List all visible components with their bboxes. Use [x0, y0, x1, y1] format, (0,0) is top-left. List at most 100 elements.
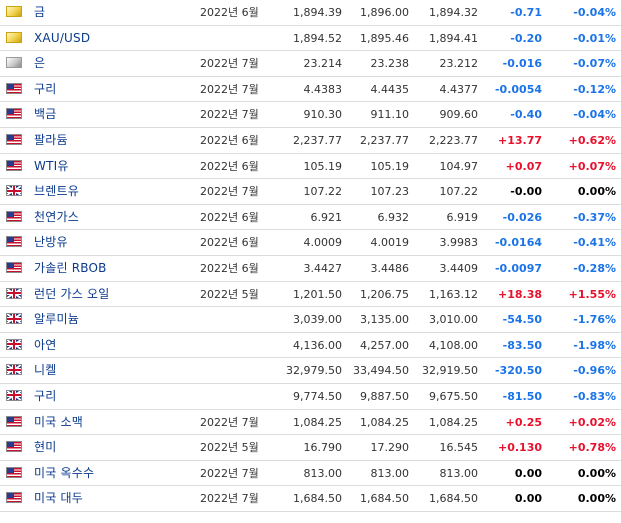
uk-flag-icon — [6, 338, 22, 350]
price-change: -0.20 — [510, 31, 542, 45]
table-row[interactable]: 백금 2022년 7월 910.30 911.10 909.60 -0.40 -0.04% — [0, 102, 621, 128]
commodity-name-link[interactable]: 구리 — [34, 384, 56, 409]
contract-month: 2022년 6월 — [200, 133, 259, 147]
low-price: 1,084.25 — [429, 415, 478, 429]
high-price: 4,257.00 — [360, 338, 409, 352]
last-price: 1,894.52 — [293, 31, 342, 45]
commodity-name-link[interactable]: XAU/USD — [34, 26, 90, 51]
high-price: 17.290 — [370, 441, 410, 455]
low-price: 9,675.50 — [429, 389, 478, 403]
commodity-name-link[interactable]: 금 — [34, 0, 45, 25]
high-price: 33,494.50 — [353, 364, 409, 378]
contract-month: 2022년 7월 — [200, 466, 259, 480]
commodity-name-link[interactable]: 팔라듐 — [34, 128, 68, 153]
table-row[interactable]: 브렌트유 2022년 7월 107.22 107.23 107.22 -0.00 0.00% — [0, 179, 621, 205]
commodity-name-link[interactable]: 런던 가스 오일 — [34, 282, 109, 307]
high-price: 6.932 — [377, 210, 410, 224]
percent-change: -0.07% — [573, 57, 616, 71]
table-row[interactable]: 런던 가스 오일 2022년 5월 1,201.50 1,206.75 1,163.12… — [0, 282, 621, 308]
last-price: 2,237.77 — [293, 133, 342, 147]
commodity-name-link[interactable]: 난방유 — [34, 230, 68, 255]
commodity-name-link[interactable]: 현미 — [34, 435, 56, 460]
commodity-name-link[interactable]: 아연 — [34, 333, 56, 358]
us-flag-icon — [6, 108, 22, 120]
table-row[interactable]: 팔라듐 2022년 6월 2,237.77 2,237.77 2,223.77 +13.7… — [0, 128, 621, 154]
commodity-name-link[interactable]: 천연가스 — [34, 205, 79, 230]
contract-month: 2022년 6월 — [200, 6, 259, 19]
commodity-name-link[interactable]: 가솔린 RBOB — [34, 256, 107, 281]
last-price: 16.790 — [303, 441, 343, 455]
last-price: 1,084.25 — [293, 415, 342, 429]
price-change: 0.00 — [514, 492, 542, 506]
commodity-name-link[interactable]: 알루미늄 — [34, 307, 79, 332]
table-row[interactable]: 난방유 2022년 6월 4.0009 4.0019 3.9983 -0.0164 -0.4… — [0, 230, 621, 256]
us-flag-icon — [6, 159, 22, 171]
commodity-name-link[interactable]: WTI유 — [34, 154, 69, 179]
table-row[interactable]: 천연가스 2022년 6월 6.921 6.932 6.919 -0.026 -0.37% — [0, 205, 621, 231]
table-row[interactable]: XAU/USD 1,894.52 1,895.46 1,894.41 -0.20 -0.0… — [0, 26, 621, 52]
high-price: 2,237.77 — [360, 133, 409, 147]
contract-month: 2022년 5월 — [200, 441, 259, 455]
table-row[interactable]: 니켈 32,979.50 33,494.50 32,919.50 -320.50 -0.9… — [0, 358, 621, 384]
contract-month: 2022년 7월 — [200, 57, 259, 71]
low-price: 6.919 — [446, 210, 479, 224]
commodity-name-link[interactable]: 니켈 — [34, 358, 56, 383]
table-row[interactable]: 미국 대두 2022년 7월 1,684.50 1,684.50 1,684.50 0.0… — [0, 486, 621, 512]
high-price: 4.0019 — [370, 236, 410, 250]
low-price: 4.4377 — [439, 82, 479, 96]
us-flag-icon — [6, 82, 22, 94]
commodity-name-link[interactable]: 구리 — [34, 77, 56, 102]
commodity-name-link[interactable]: 미국 옥수수 — [34, 461, 94, 486]
commodity-name-link[interactable]: 은 — [34, 51, 45, 76]
percent-change: -0.96% — [573, 364, 616, 378]
commodity-name-link[interactable]: 브렌트유 — [34, 179, 79, 204]
high-price: 3.4486 — [370, 261, 410, 275]
table-row[interactable]: 가솔린 RBOB 2022년 6월 3.4427 3.4486 3.4409 -0.009… — [0, 256, 621, 282]
low-price: 813.00 — [439, 466, 479, 480]
percent-change: +0.07% — [568, 159, 616, 173]
table-row[interactable]: 미국 옥수수 2022년 7월 813.00 813.00 813.00 0.00 0.00… — [0, 461, 621, 487]
low-price: 3.9983 — [439, 236, 479, 250]
price-change: -0.0097 — [494, 261, 542, 275]
low-price: 104.97 — [439, 159, 479, 173]
percent-change: -1.98% — [573, 338, 616, 352]
table-row[interactable]: WTI유 2022년 6월 105.19 105.19 104.97 +0.07 +0.07… — [0, 154, 621, 180]
price-change: +0.25 — [505, 415, 542, 429]
price-change: -0.0164 — [494, 236, 542, 250]
price-change: -0.40 — [510, 108, 542, 122]
commodity-name-link[interactable]: 백금 — [34, 102, 56, 127]
table-row[interactable]: 구리 2022년 7월 4.4383 4.4435 4.4377 -0.0054 -0.12… — [0, 77, 621, 103]
contract-month: 2022년 6월 — [200, 210, 259, 224]
last-price: 105.19 — [303, 159, 343, 173]
price-change: +18.38 — [497, 287, 542, 301]
contract-month: 2022년 7월 — [200, 492, 259, 506]
price-change: -83.50 — [502, 338, 542, 352]
last-price: 9,774.50 — [293, 389, 342, 403]
low-price: 107.22 — [439, 185, 479, 199]
table-row[interactable]: 은 2022년 7월 23.214 23.238 23.212 -0.016 -0.07% — [0, 51, 621, 77]
low-price: 1,894.32 — [429, 6, 478, 19]
price-change: +0.07 — [505, 159, 542, 173]
last-price: 3.4427 — [303, 261, 343, 275]
uk-flag-icon — [6, 364, 22, 376]
table-row[interactable]: 아연 4,136.00 4,257.00 4,108.00 -83.50 -1.98% — [0, 333, 621, 359]
price-change: -0.016 — [502, 57, 542, 71]
high-price: 3,135.00 — [360, 313, 409, 327]
table-row[interactable]: 구리 9,774.50 9,887.50 9,675.50 -81.50 -0.83% — [0, 384, 621, 410]
commodity-name-link[interactable]: 미국 소맥 — [34, 410, 83, 435]
low-price: 909.60 — [439, 108, 479, 122]
low-price: 23.212 — [439, 57, 479, 71]
table-row[interactable]: 알루미늄 3,039.00 3,135.00 3,010.00 -54.50 -1.76% — [0, 307, 621, 333]
price-change: +0.130 — [497, 441, 542, 455]
table-row[interactable]: 금 2022년 6월 1,894.39 1,896.00 1,894.32 -0.71 -0… — [0, 0, 621, 26]
commodity-name-link[interactable]: 미국 대두 — [34, 486, 83, 511]
percent-change: -0.28% — [573, 261, 616, 275]
high-price: 1,684.50 — [360, 492, 409, 506]
table-row[interactable]: 미국 소맥 2022년 7월 1,084.25 1,084.25 1,084.25 +0.… — [0, 410, 621, 436]
low-price: 3.4409 — [439, 261, 479, 275]
percent-change: +0.02% — [568, 415, 616, 429]
low-price: 1,684.50 — [429, 492, 478, 506]
us-flag-icon — [6, 492, 22, 504]
table-row[interactable]: 현미 2022년 5월 16.790 17.290 16.545 +0.130 +0.78% — [0, 435, 621, 461]
last-price: 32,979.50 — [286, 364, 342, 378]
